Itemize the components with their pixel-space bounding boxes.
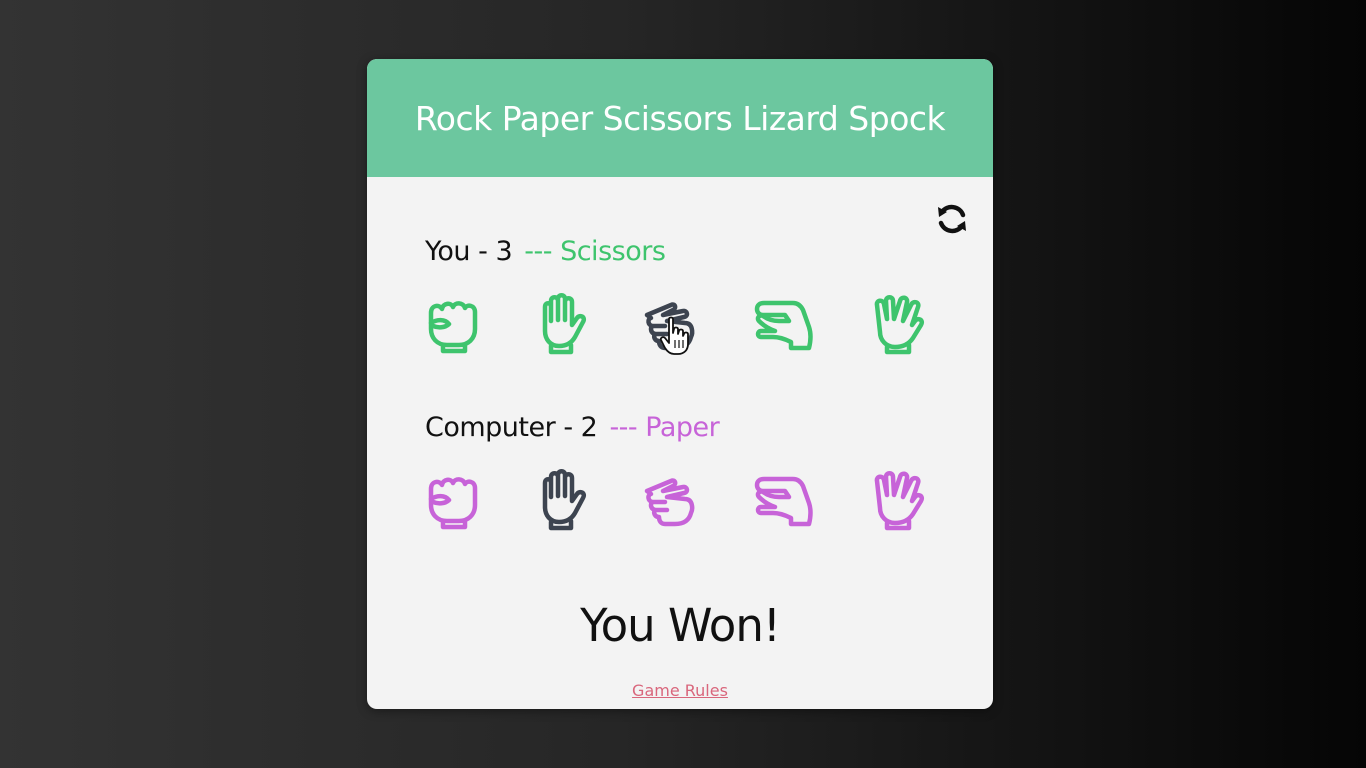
game-header: Rock Paper Scissors Lizard Spock	[367, 59, 993, 177]
computer-lizard-icon-slot	[749, 467, 819, 533]
computer-scissors-icon-slot	[635, 467, 705, 533]
rules-container: Game Rules	[367, 681, 993, 700]
computer-separator: ---	[609, 412, 638, 443]
computer-paper-icon-slot	[529, 467, 599, 533]
hand-spock-icon	[874, 471, 924, 531]
hand-paper-icon	[542, 293, 586, 355]
player-dash: -	[470, 236, 496, 267]
computer-name: Computer	[425, 412, 556, 443]
hand-rock-icon	[428, 301, 478, 354]
player-paper-button[interactable]	[529, 291, 599, 357]
computer-choice: Paper	[645, 412, 720, 443]
computer-choices	[419, 467, 939, 537]
player-choices	[419, 291, 939, 361]
player-rock-button[interactable]	[419, 291, 489, 357]
game-card: Rock Paper Scissors Lizard Spock You - 3…	[367, 59, 993, 709]
hand-lizard-icon	[754, 476, 813, 527]
player-lizard-button[interactable]	[749, 291, 819, 357]
hand-paper-icon	[542, 469, 586, 531]
reset-game-button[interactable]	[932, 199, 972, 239]
player-score-line: You - 3 --- Scissors	[425, 236, 666, 276]
computer-rock-icon-slot	[419, 467, 489, 533]
player-spock-button[interactable]	[865, 291, 935, 357]
computer-score-line: Computer - 2 --- Paper	[425, 412, 720, 452]
player-separator: ---	[524, 236, 552, 267]
hand-scissors-icon	[644, 478, 695, 527]
hand-lizard-icon	[754, 300, 813, 351]
refresh-icon	[938, 204, 966, 234]
player-choice: Scissors	[560, 236, 666, 267]
player-score: 3	[495, 236, 513, 267]
game-title: Rock Paper Scissors Lizard Spock	[414, 98, 946, 138]
computer-spock-icon-slot	[865, 467, 935, 533]
hand-spock-icon	[874, 295, 924, 355]
player-scissors-button[interactable]	[635, 291, 705, 357]
computer-score: 2	[580, 412, 598, 443]
game-rules-link[interactable]: Game Rules	[632, 681, 728, 700]
hand-scissors-icon	[644, 302, 695, 351]
player-name: You	[425, 236, 471, 267]
hand-rock-icon	[428, 477, 478, 530]
game-result-text: You Won!	[580, 599, 781, 652]
computer-dash: -	[555, 412, 581, 443]
